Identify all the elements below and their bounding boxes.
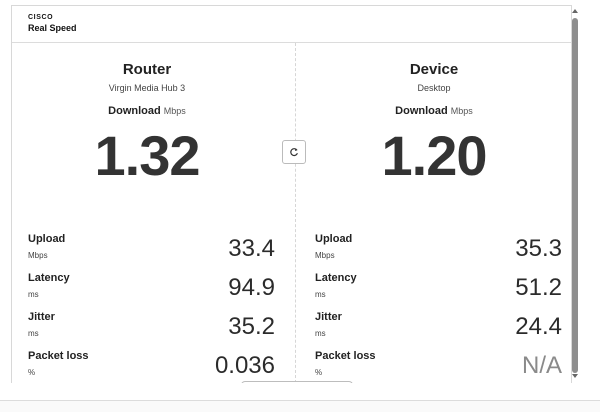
- metric-label: Jitter: [28, 311, 55, 323]
- metric-label: Latency: [28, 272, 70, 284]
- metric-value: N/A: [521, 352, 562, 379]
- device-download-label: Download Mbps: [299, 105, 569, 117]
- scroll-down-icon[interactable]: [572, 374, 578, 378]
- metric-unit: ms: [28, 329, 39, 338]
- metric-label: Upload: [315, 233, 353, 245]
- app-header: CISCO Real Speed: [12, 6, 571, 43]
- metric-unit: Mbps: [28, 251, 48, 260]
- download-label: Download: [108, 105, 161, 117]
- metric-value: 33.4: [228, 235, 275, 262]
- metric-unit: %: [315, 368, 323, 377]
- metric-unit: Mbps: [315, 251, 335, 260]
- device-upload: Upload Mbps 35.3: [315, 233, 562, 269]
- download-unit: Mbps: [450, 106, 473, 116]
- metric-label: Packet loss: [315, 350, 376, 362]
- metric-label: Jitter: [315, 311, 342, 323]
- metric-unit: ms: [315, 290, 326, 299]
- device-jitter: Jitter ms 24.4: [315, 311, 562, 347]
- router-packet-loss: Packet loss % 0.036: [28, 350, 275, 383]
- device-title: Device: [409, 61, 459, 78]
- metric-value: 35.2: [228, 313, 275, 340]
- device-download-value: 1.20: [381, 124, 488, 187]
- metric-unit: ms: [28, 290, 39, 299]
- download-unit: Mbps: [163, 106, 186, 116]
- router-upload: Upload Mbps 33.4: [28, 233, 275, 269]
- device-latency: Latency ms 51.2: [315, 272, 562, 308]
- vertical-scrollbar[interactable]: [570, 5, 580, 382]
- app-title: Real Speed: [28, 23, 77, 33]
- window-bottom-edge: [0, 400, 600, 412]
- device-column: Device Desktop Download Mbps 1.20 Upload…: [299, 43, 569, 383]
- refresh-button[interactable]: [282, 140, 306, 164]
- router-jitter: Jitter ms 35.2: [28, 311, 275, 347]
- metric-label: Latency: [315, 272, 357, 284]
- device-packet-loss: Packet loss % N/A: [315, 350, 562, 383]
- run-test-button[interactable]: [241, 381, 353, 383]
- metric-unit: %: [28, 368, 36, 377]
- router-title: Router: [122, 61, 172, 78]
- metric-label: Upload: [28, 233, 66, 245]
- router-column: Router Virgin Media Hub 3 Download Mbps …: [12, 43, 282, 383]
- router-download-value: 1.32: [94, 124, 201, 187]
- speed-panel: CISCO Real Speed Router Virgin Media Hub…: [11, 5, 572, 383]
- router-model: Virgin Media Hub 3: [108, 83, 186, 93]
- metric-value: 24.4: [515, 313, 562, 340]
- metric-value: 51.2: [515, 274, 562, 301]
- download-label: Download: [395, 105, 448, 117]
- refresh-icon: [290, 148, 298, 157]
- cisco-logo: CISCO: [28, 14, 54, 21]
- router-download-label: Download Mbps: [12, 105, 282, 117]
- device-type: Desktop: [417, 83, 451, 93]
- scroll-thumb[interactable]: [572, 18, 578, 373]
- metric-value: 0.036: [214, 352, 275, 379]
- metric-unit: ms: [315, 329, 326, 338]
- scroll-up-icon[interactable]: [572, 9, 578, 13]
- column-divider: [295, 43, 296, 383]
- metric-label: Packet loss: [28, 350, 89, 362]
- metric-value: 94.9: [228, 274, 275, 301]
- metric-value: 35.3: [515, 235, 562, 262]
- router-latency: Latency ms 94.9: [28, 272, 275, 308]
